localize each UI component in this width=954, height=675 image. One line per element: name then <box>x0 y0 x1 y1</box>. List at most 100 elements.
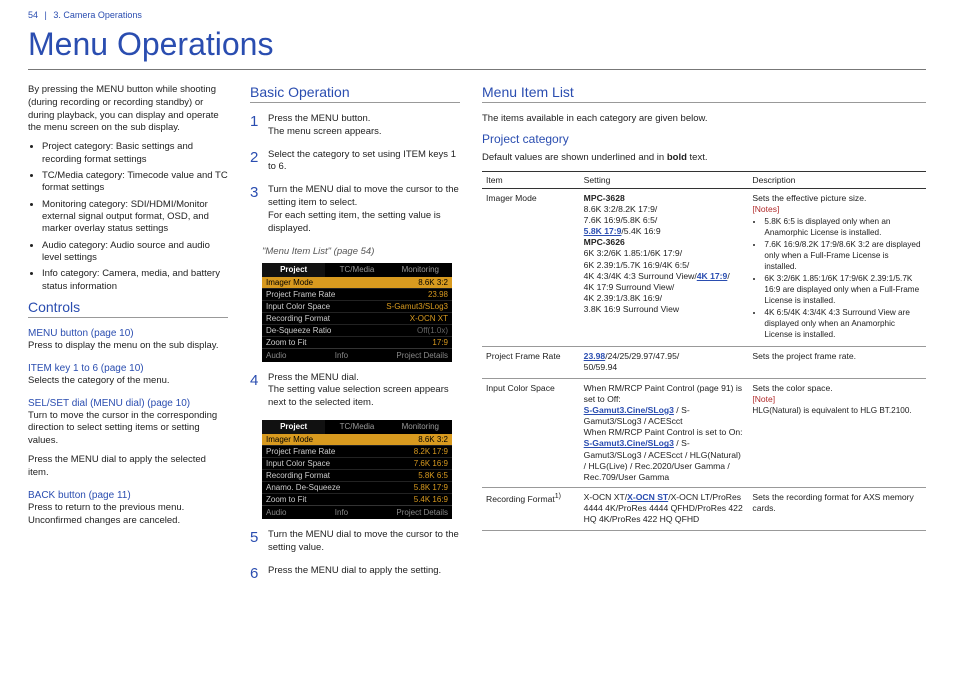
page-header: 54 | 3. Camera Operations <box>28 10 926 20</box>
cam-value: X-OCN XT <box>410 314 448 323</box>
control-link[interactable]: ITEM key 1 to 6 (page 10) <box>28 363 228 374</box>
col-header: Description <box>748 171 926 188</box>
control-desc: Press the MENU dial to apply the selecte… <box>28 454 228 480</box>
col-header: Setting <box>580 171 749 188</box>
cam-foot: Audio <box>266 508 286 517</box>
cam-value: 17:9 <box>432 338 448 347</box>
step-num: 4 <box>250 372 262 410</box>
cam-label: Input Color Space <box>266 302 330 311</box>
item-cell: Imager Mode <box>482 188 580 347</box>
table-row: Recording Format1)X-OCN XT/X-OCN ST/X-OC… <box>482 488 926 531</box>
cam-label: Project Frame Rate <box>266 447 335 456</box>
step-text: Select the category to set using ITEM ke… <box>268 149 456 173</box>
table-row: Input Color SpaceWhen RM/RCP Paint Contr… <box>482 378 926 488</box>
cam-value: 8.2K 17:9 <box>414 447 448 456</box>
cam-foot: Audio <box>266 351 286 360</box>
cam-foot: Project Details <box>396 508 448 517</box>
cam-tab: Monitoring <box>389 263 452 277</box>
default-note: Default values are shown underlined and … <box>482 152 926 165</box>
col-header: Item <box>482 171 580 188</box>
intro-bullets: Project category: Basic settings and rec… <box>28 141 228 293</box>
cam-label: Anamo. De-Squeeze <box>266 483 340 492</box>
list-item: Monitoring category: SDI/HDMI/Monitor ex… <box>42 199 228 236</box>
item-cell: Project Frame Rate <box>482 347 580 378</box>
control-desc: Selects the category of the menu. <box>28 375 228 388</box>
step-num: 6 <box>250 565 262 582</box>
step-num: 3 <box>250 184 262 235</box>
step-text: The menu screen appears. <box>268 126 382 137</box>
intro-paragraph: By pressing the MENU button while shooti… <box>28 84 228 135</box>
table-row: Project Frame Rate23.98/24/25/29.97/47.9… <box>482 347 926 378</box>
basic-heading: Basic Operation <box>250 84 460 103</box>
control-desc: Turn to move the cursor in the correspon… <box>28 410 228 448</box>
cam-value: S-Gamut3/SLog3 <box>386 302 448 311</box>
step-num: 2 <box>250 149 262 175</box>
cam-label: Recording Format <box>266 314 330 323</box>
desc-cell: Sets the project frame rate. <box>748 347 926 378</box>
step: 2 Select the category to set using ITEM … <box>250 149 460 175</box>
cam-foot: Project Details <box>396 351 448 360</box>
desc-cell: Sets the recording format for AXS memory… <box>748 488 926 531</box>
cam-label: Zoom to Fit <box>266 495 306 504</box>
controls-heading: Controls <box>28 299 228 318</box>
setting-cell: When RM/RCP Paint Control (page 91) is s… <box>580 378 749 488</box>
step: 3 Turn the MENU dial to move the cursor … <box>250 184 460 235</box>
cam-value: 8.6K 3:2 <box>418 435 448 444</box>
cam-value: 5.8K 6:5 <box>418 471 448 480</box>
item-cell: Recording Format1) <box>482 488 580 531</box>
cam-tab: TC/Media <box>325 420 388 434</box>
step-num: 1 <box>250 113 262 139</box>
desc-cell: Sets the effective picture size.[Notes]5… <box>748 188 926 347</box>
crossref[interactable]: "Menu Item List" (page 54) <box>262 246 460 257</box>
control-link[interactable]: BACK button (page 11) <box>28 490 228 501</box>
cam-label: Recording Format <box>266 471 330 480</box>
control-link[interactable]: MENU button (page 10) <box>28 328 228 339</box>
step-text: The setting value selection screen appea… <box>268 384 449 408</box>
cam-label: Project Frame Rate <box>266 290 335 299</box>
cam-tab: Monitoring <box>389 420 452 434</box>
page-title: Menu Operations <box>28 26 926 70</box>
list-item: Project category: Basic settings and rec… <box>42 141 228 166</box>
step-text: For each setting item, the setting value… <box>268 210 441 234</box>
control-desc: Press to return to the previous menu. Un… <box>28 502 228 528</box>
cam-label: Input Color Space <box>266 459 330 468</box>
setting-cell: X-OCN XT/X-OCN ST/X-OCN LT/ProRes 4444 4… <box>580 488 749 531</box>
control-desc: Press to display the menu on the sub dis… <box>28 340 228 353</box>
cam-label: Imager Mode <box>266 278 313 287</box>
cam-tab: Project <box>262 420 325 434</box>
cam-value: Off(1.0x) <box>417 326 448 335</box>
step-text: Press the MENU button. <box>268 113 370 124</box>
step: 5 Turn the MENU dial to move the cursor … <box>250 529 460 555</box>
cam-tab: Project <box>262 263 325 277</box>
cam-value: 23.98 <box>428 290 448 299</box>
page-number: 54 <box>28 10 38 20</box>
control-link[interactable]: SEL/SET dial (MENU dial) (page 10) <box>28 398 228 409</box>
cam-label: Zoom to Fit <box>266 338 306 347</box>
item-cell: Input Color Space <box>482 378 580 488</box>
step-text: Press the MENU dial to apply the setting… <box>268 565 441 576</box>
cam-value: 7.6K 16:9 <box>414 459 448 468</box>
list-item: TC/Media category: Timecode value and TC… <box>42 170 228 195</box>
cam-value: 5.8K 17:9 <box>414 483 448 492</box>
setting-cell: 23.98/24/25/29.97/47.95/50/59.94 <box>580 347 749 378</box>
cam-label: De-Squeeze Ratio <box>266 326 331 335</box>
cam-foot: Info <box>335 508 348 517</box>
list-item: Info category: Camera, media, and batter… <box>42 268 228 293</box>
list-item: Audio category: Audio source and audio l… <box>42 240 228 265</box>
step-text: Press the MENU dial. <box>268 372 359 383</box>
menulist-intro: The items available in each category are… <box>482 113 926 126</box>
cam-label: Imager Mode <box>266 435 313 444</box>
menulist-heading: Menu Item List <box>482 84 926 103</box>
desc-cell: Sets the color space.[Note]HLG(Natural) … <box>748 378 926 488</box>
project-category-heading: Project category <box>482 132 926 146</box>
step: 6 Press the MENU dial to apply the setti… <box>250 565 460 582</box>
step: 4 Press the MENU dial.The setting value … <box>250 372 460 410</box>
project-table: Item Setting Description Imager ModeMPC-… <box>482 171 926 531</box>
step-text: Turn the MENU dial to move the cursor to… <box>268 529 459 553</box>
step-num: 5 <box>250 529 262 555</box>
cam-tab: TC/Media <box>325 263 388 277</box>
table-row: Imager ModeMPC-36288.6K 3:2/8.2K 17:9/7.… <box>482 188 926 347</box>
camera-menu-screenshot: Project TC/Media Monitoring Imager Mode 8… <box>262 420 452 519</box>
chapter-name: 3. Camera Operations <box>53 10 142 20</box>
cam-foot: Info <box>335 351 348 360</box>
